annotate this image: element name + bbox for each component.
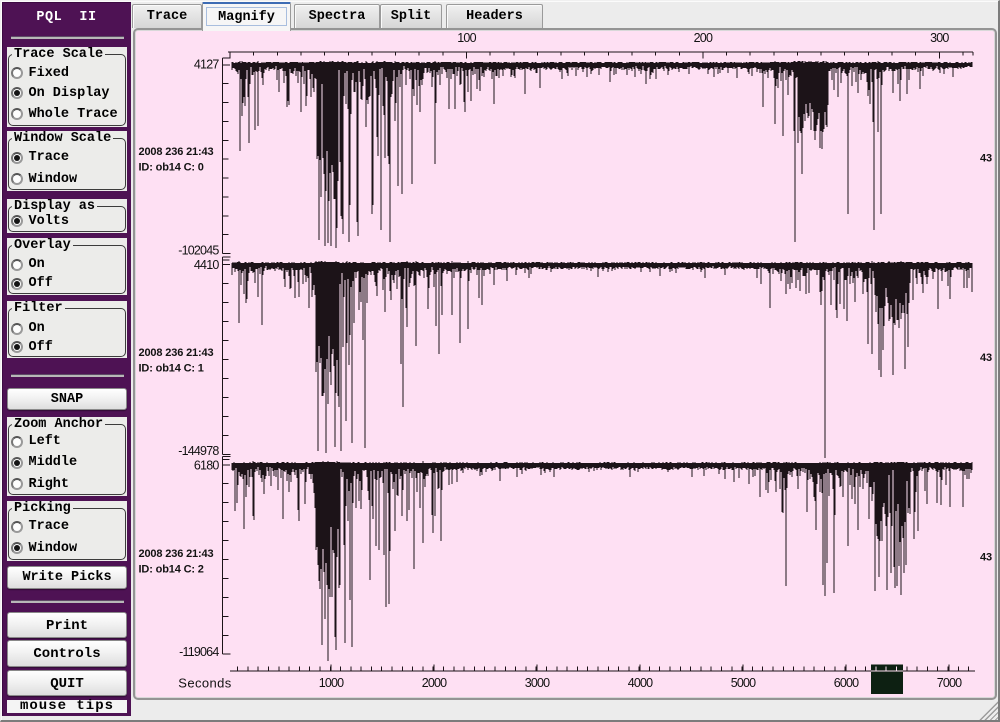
svg-text:4127: 4127 <box>194 58 219 72</box>
svg-text:300: 300 <box>930 31 949 45</box>
svg-text:200: 200 <box>694 31 713 45</box>
svg-text:2008 236 21:43: 2008 236 21:43 <box>139 146 214 158</box>
svg-text:2008 236 21:43: 2008 236 21:43 <box>139 347 214 359</box>
svg-text:4410: 4410 <box>194 258 219 272</box>
svg-text:5000: 5000 <box>731 676 756 690</box>
svg-text:-144978: -144978 <box>178 444 219 458</box>
svg-text:-102045: -102045 <box>178 243 219 257</box>
svg-text:2008 236 21:43: 2008 236 21:43 <box>139 548 214 560</box>
svg-text:-119064: -119064 <box>179 645 219 659</box>
svg-text:2000: 2000 <box>422 676 447 690</box>
svg-text:ID: ob14 C: 1: ID: ob14 C: 1 <box>139 363 204 375</box>
svg-text:Seconds: Seconds <box>178 676 231 691</box>
svg-text:4000: 4000 <box>628 676 653 690</box>
svg-text:3000: 3000 <box>525 676 550 690</box>
svg-text:1000: 1000 <box>319 676 344 690</box>
svg-text:43: 43 <box>980 153 992 165</box>
svg-text:43: 43 <box>980 552 992 564</box>
svg-text:100: 100 <box>457 31 476 45</box>
svg-text:6000: 6000 <box>834 676 859 690</box>
svg-text:ID: ob14 C: 0: ID: ob14 C: 0 <box>139 162 204 174</box>
svg-text:43: 43 <box>980 352 992 364</box>
svg-text:6180: 6180 <box>194 458 219 472</box>
svg-text:7000: 7000 <box>937 676 962 690</box>
svg-text:ID: ob14 C: 2: ID: ob14 C: 2 <box>139 564 204 576</box>
